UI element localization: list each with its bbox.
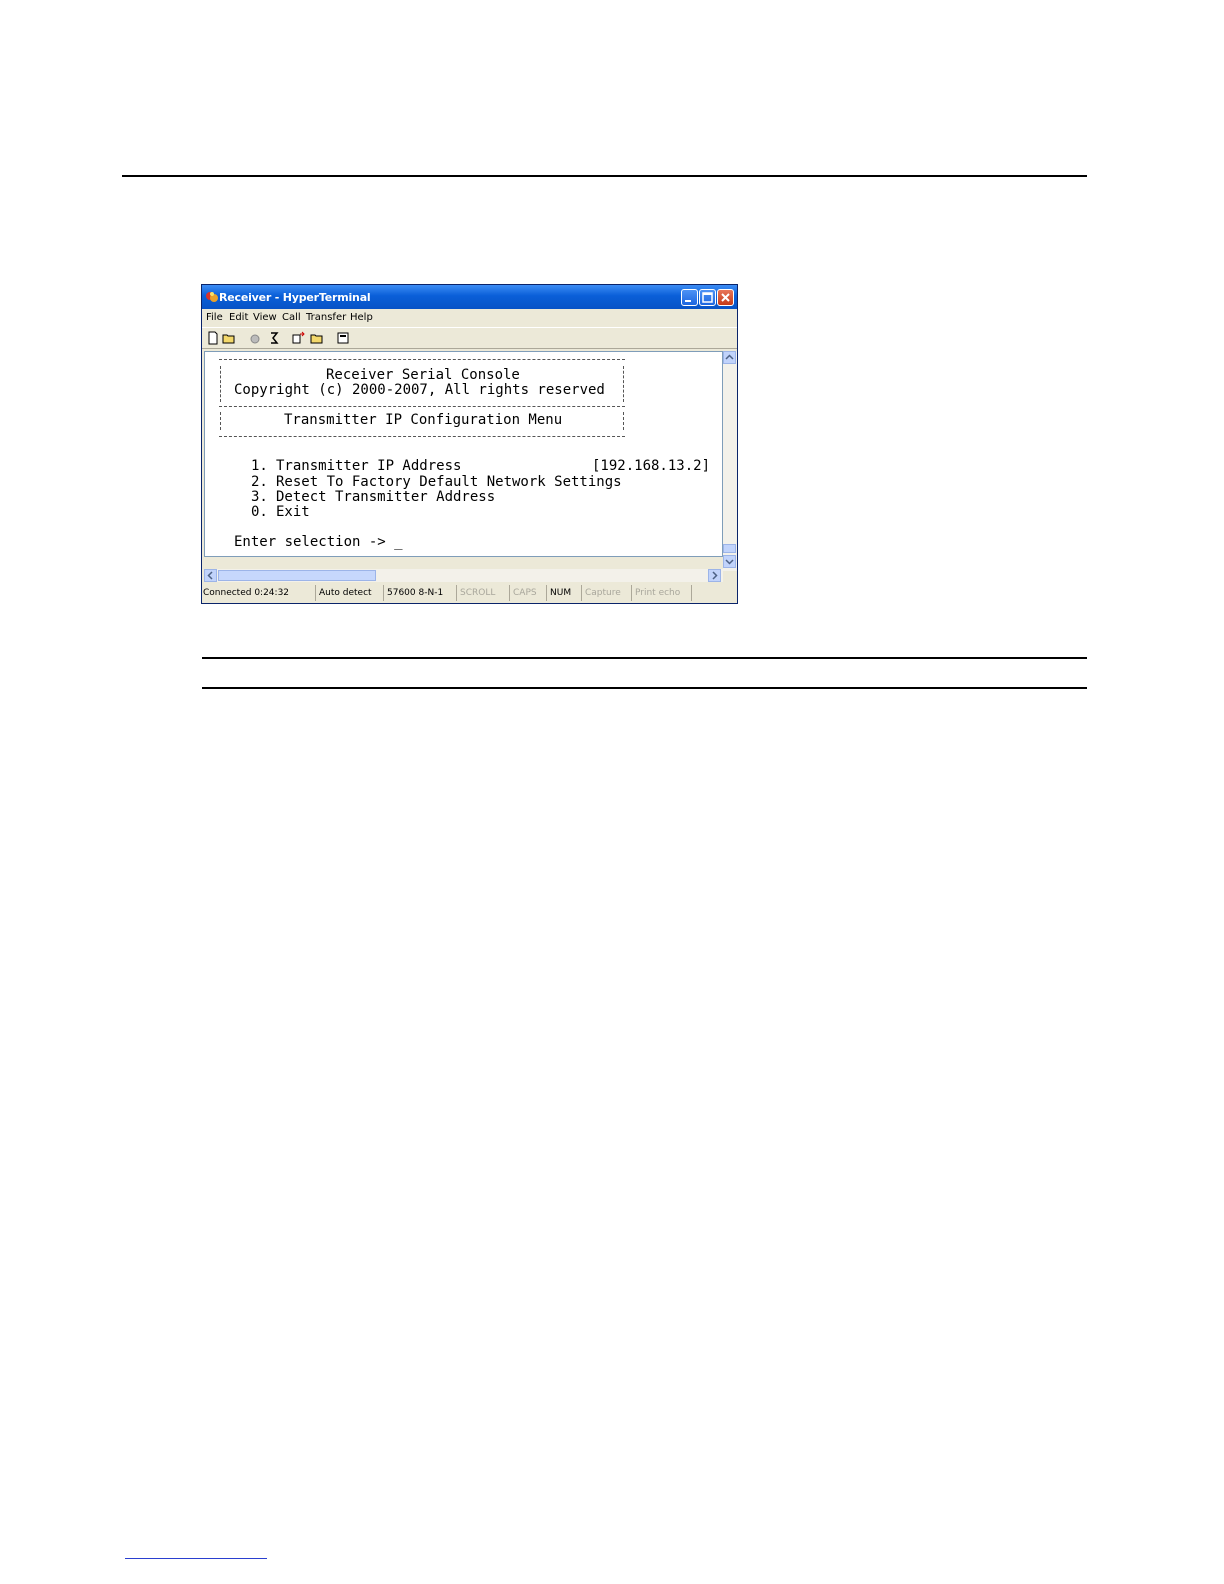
resize-grip[interactable] — [691, 585, 737, 601]
caption-rule-top — [202, 657, 1087, 659]
status-print-echo: Print echo — [631, 585, 691, 601]
status-num: NUM — [546, 585, 581, 601]
box-border-left-2 — [220, 412, 221, 430]
scroll-thumb[interactable] — [723, 544, 736, 553]
option-2-label: Reset To Factory Default Network Setting… — [276, 474, 622, 490]
send-icon[interactable] — [292, 331, 306, 345]
properties-icon[interactable] — [336, 331, 350, 345]
menu-transfer[interactable]: Transfer — [306, 312, 346, 323]
menu-edit[interactable]: Edit — [229, 312, 248, 323]
vertical-scrollbar[interactable] — [723, 351, 737, 571]
option-1-number: 1. — [251, 458, 268, 474]
scroll-right-button[interactable] — [708, 569, 721, 582]
toolbar — [202, 327, 737, 349]
close-icon — [721, 293, 730, 302]
option-3-label: Detect Transmitter Address — [276, 489, 496, 505]
hyperterminal-app-icon — [206, 292, 218, 302]
terminal-screen[interactable]: Receiver Serial Console Copyright (c) 20… — [204, 351, 723, 557]
minimize-icon — [685, 300, 691, 302]
status-caps: CAPS — [509, 585, 546, 601]
horizontal-scroll-thumb[interactable] — [218, 570, 376, 581]
menu-bar: File Edit View Call Transfer Help — [202, 310, 737, 326]
option-2-number: 2. — [251, 474, 268, 490]
option-1-label: Transmitter IP Address — [276, 458, 462, 474]
status-capture: Capture — [581, 585, 631, 601]
minimize-button[interactable] — [681, 289, 698, 306]
window-title: Receiver - HyperTerminal — [219, 291, 371, 304]
scroll-down-button[interactable] — [723, 555, 736, 568]
footer-link-underline[interactable] — [125, 1558, 267, 1559]
selection-prompt: Enter selection -> _ — [234, 534, 403, 550]
status-scroll: SCROLL — [456, 585, 509, 601]
receive-icon[interactable] — [310, 331, 324, 345]
disconnect-icon[interactable] — [267, 331, 281, 345]
option-0-label: Exit — [276, 504, 310, 520]
status-connected: Connected 0:24:32 — [203, 588, 290, 598]
menu-view[interactable]: View — [253, 312, 277, 323]
box-border-right-2 — [623, 412, 624, 430]
chevron-left-icon — [207, 571, 213, 580]
menu-title: Transmitter IP Configuration Menu — [284, 412, 563, 428]
maximize-icon — [702, 292, 713, 303]
box-border-top — [219, 359, 625, 360]
status-bar: Connected 0:24:32 Auto detect 57600 8-N-… — [202, 584, 737, 603]
chevron-down-icon — [725, 559, 734, 565]
hyperterminal-window: Receiver - HyperTerminal File Edit View … — [201, 284, 738, 604]
open-folder-icon[interactable] — [222, 331, 236, 345]
status-port: 57600 8-N-1 — [383, 585, 456, 601]
new-file-icon[interactable] — [206, 331, 220, 345]
option-3-number: 3. — [251, 489, 268, 505]
caption-rule-bottom — [202, 687, 1087, 689]
maximize-button[interactable] — [699, 289, 716, 306]
box-border-left — [220, 366, 221, 402]
scroll-left-button[interactable] — [204, 569, 217, 582]
menu-file[interactable]: File — [206, 312, 223, 323]
connect-icon[interactable] — [248, 331, 262, 345]
menu-call[interactable]: Call — [282, 312, 301, 323]
option-0-number: 0. — [251, 504, 268, 520]
box-border-bottom — [219, 436, 625, 437]
menu-help[interactable]: Help — [350, 312, 373, 323]
box-divider — [219, 406, 625, 407]
console-copyright: Copyright (c) 2000-2007, All rights rese… — [234, 382, 605, 398]
box-border-right — [623, 366, 624, 402]
top-rule — [122, 175, 1087, 177]
console-title: Receiver Serial Console — [326, 367, 520, 383]
horizontal-scrollbar[interactable] — [204, 569, 723, 582]
title-bar[interactable]: Receiver - HyperTerminal — [202, 285, 737, 309]
chevron-right-icon — [712, 571, 718, 580]
option-1-value: [192.168.13.2] — [592, 458, 711, 474]
chevron-up-icon — [725, 354, 734, 360]
scroll-up-button[interactable] — [723, 351, 736, 364]
status-detect: Auto detect — [315, 585, 383, 601]
close-button[interactable] — [717, 289, 734, 306]
